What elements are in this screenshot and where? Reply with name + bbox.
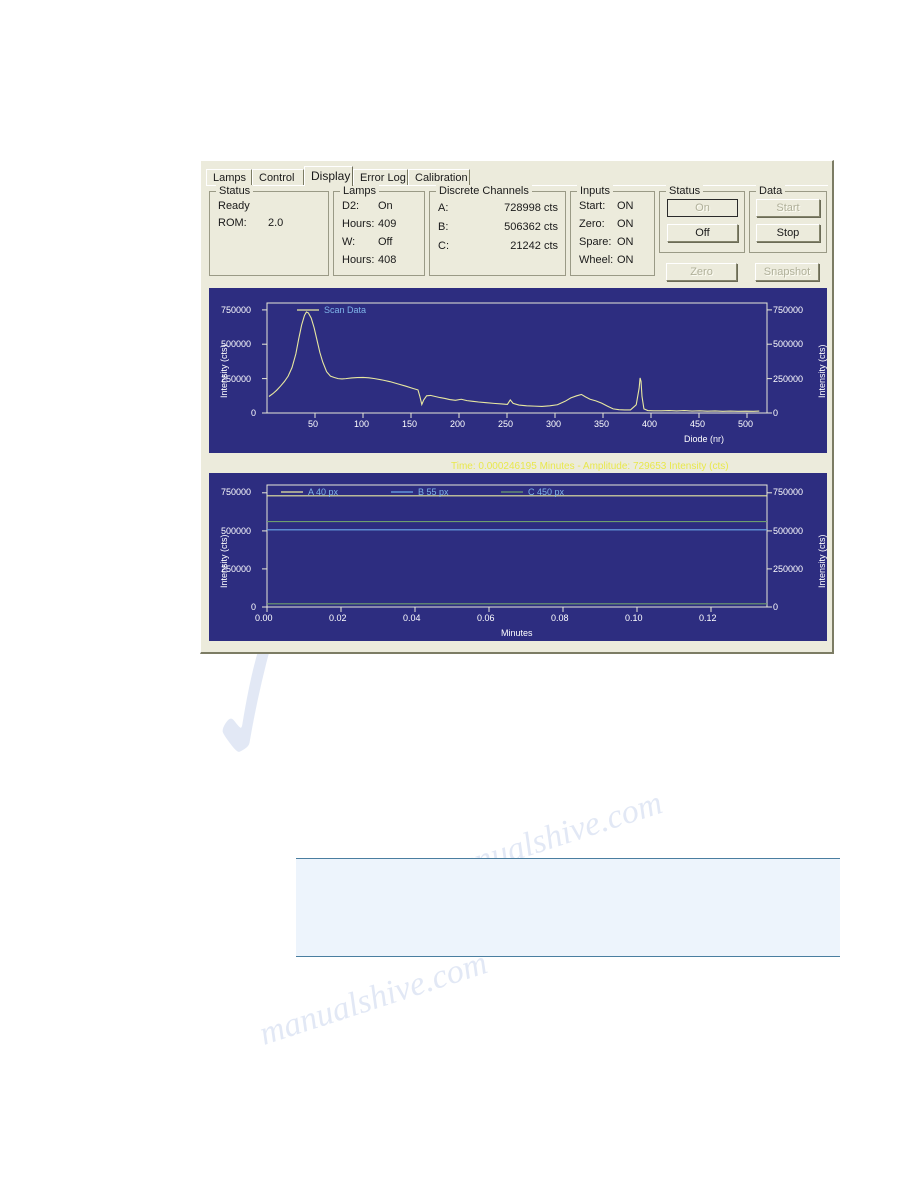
- trend-ytick-0: 0: [251, 602, 257, 612]
- group-data-buttons-title: Data: [756, 185, 786, 197]
- input-wheel-key: Wheel:: [579, 254, 614, 266]
- tab-bar: Lamps Control Display Error Log Calibrat…: [206, 166, 826, 186]
- lamps-row-2-value: Off: [378, 236, 393, 248]
- input-spare-key: Spare:: [579, 236, 612, 248]
- input-zero-key: Zero:: [579, 218, 605, 230]
- trend-legend-b: B 55 px: [418, 487, 449, 497]
- trend-ytick-right-750000: 750000: [773, 487, 804, 497]
- watermark-text-1: manualshive.com: [254, 944, 492, 1053]
- trend-legend-c: C 450 px: [528, 487, 565, 497]
- trend-ytick-right-500000: 500000: [773, 526, 804, 536]
- trend-ytick-750000: 750000: [221, 487, 252, 497]
- trend-chart-panel[interactable]: 750000 500000 250000 0 750000 500000 250…: [209, 473, 827, 641]
- note-callout-box: [296, 858, 840, 957]
- scan-ytick-750000: 750000: [221, 305, 252, 315]
- scan-legend-label: Scan Data: [324, 305, 367, 315]
- group-data-buttons: Data Start Stop: [749, 185, 827, 253]
- trend-data-traces: [267, 495, 767, 605]
- scan-data-trace: [268, 311, 760, 412]
- scan-ytick-0: 0: [251, 408, 257, 418]
- group-discrete-channels-title: Discrete Channels: [436, 185, 532, 197]
- trend-ylabel-left: Intensity (cts): [219, 534, 229, 588]
- lamps-row-3-value: 408: [378, 254, 397, 266]
- status-rom-label: ROM:: [218, 217, 247, 229]
- group-status-buttons-title: Status: [666, 185, 704, 197]
- scan-xtick-450: 450: [690, 419, 706, 429]
- input-spare-value: ON: [617, 236, 634, 248]
- scan-xtick-500: 500: [738, 419, 754, 429]
- data-start-button[interactable]: Start: [756, 199, 820, 217]
- scan-xtick-300: 300: [546, 419, 562, 429]
- scan-ytick-right-500000: 500000: [773, 339, 804, 349]
- group-inputs: Inputs Start: ON Zero: ON Spare: ON Whee…: [570, 185, 655, 276]
- scan-xtick-350: 350: [594, 419, 610, 429]
- trend-xtick-000: 0.00: [255, 613, 273, 623]
- lamps-row-2-key: W:: [342, 236, 356, 248]
- channel-b-key: B:: [438, 221, 449, 233]
- scan-ylabel-left: Intensity (cts): [219, 344, 229, 398]
- scan-xtick-150: 150: [402, 419, 418, 429]
- scan-xtick-400: 400: [642, 419, 658, 429]
- trend-chart-svg: [262, 484, 772, 612]
- group-status-buttons: Status On Off: [659, 185, 745, 253]
- lamps-row-3-key: Hours:: [342, 254, 375, 266]
- scan-ylabel-right: Intensity (cts): [817, 344, 827, 398]
- scan-ytick-right-750000: 750000: [773, 305, 804, 315]
- instrument-status-dialog: Lamps Control Display Error Log Calibrat…: [200, 160, 834, 654]
- trend-xtick-004: 0.04: [403, 613, 421, 623]
- status-rom-value: 2.0: [268, 217, 284, 229]
- trend-xlabel: Minutes: [501, 628, 533, 638]
- trend-xtick-006: 0.06: [477, 613, 495, 623]
- trend-xtick-010: 0.10: [625, 613, 643, 623]
- tab-calibration[interactable]: Calibration: [408, 169, 470, 186]
- input-start-value: ON: [617, 200, 634, 212]
- tab-lamps[interactable]: Lamps: [206, 169, 252, 186]
- lamps-row-1-key: Hours:: [342, 218, 375, 230]
- lamp-off-button[interactable]: Off: [667, 224, 738, 242]
- tab-error-log[interactable]: Error Log: [353, 169, 408, 186]
- trend-ytick-right-0: 0: [773, 602, 779, 612]
- trend-xtick-008: 0.08: [551, 613, 569, 623]
- trend-xtick-012: 0.12: [699, 613, 717, 623]
- scan-xtick-250: 250: [498, 419, 514, 429]
- trend-ytick-right-250000: 250000: [773, 564, 804, 574]
- snapshot-button[interactable]: Snapshot: [755, 263, 819, 281]
- channel-b-value: 506362 cts: [504, 221, 558, 233]
- channel-c-value: 21242 cts: [510, 240, 558, 252]
- scan-xtick-200: 200: [450, 419, 466, 429]
- lamps-row-1-value: 409: [378, 218, 397, 230]
- trend-legend-a: A 40 px: [308, 487, 339, 497]
- scan-ytick-right-0: 0: [773, 408, 779, 418]
- tab-control[interactable]: Control: [252, 169, 304, 186]
- scan-xtick-100: 100: [354, 419, 370, 429]
- scan-xtick-50: 50: [308, 419, 319, 429]
- group-inputs-title: Inputs: [577, 185, 613, 197]
- input-start-key: Start:: [579, 200, 606, 212]
- scan-xlabel: Diode (nr): [684, 434, 725, 444]
- scan-chart-svg: [262, 302, 772, 418]
- scan-chart-panel[interactable]: 750000 500000 250000 0 750000 500000 250…: [209, 288, 827, 453]
- trend-xtick-002: 0.02: [329, 613, 347, 623]
- group-lamps: Lamps D2: On Hours: 409 W: Off Hours: 40…: [333, 185, 425, 276]
- scan-ytick-right-250000: 250000: [773, 374, 804, 384]
- channel-a-value: 728998 cts: [504, 202, 558, 214]
- lamps-row-0-key: D2:: [342, 200, 360, 212]
- group-status: Status Ready ROM: 2.0: [209, 185, 329, 276]
- readout-status-text: Time: 0.000246195 Minutes - Amplitude: 7…: [451, 461, 729, 472]
- zero-button[interactable]: Zero: [666, 263, 737, 281]
- channel-c-key: C:: [438, 240, 449, 252]
- trend-ylabel-right: Intensity (cts): [817, 534, 827, 588]
- status-state: Ready: [218, 200, 250, 212]
- lamps-row-0-value: On: [378, 200, 393, 212]
- group-discrete-channels: Discrete Channels A: 728998 cts B: 50636…: [429, 185, 566, 276]
- group-status-title: Status: [216, 185, 254, 197]
- data-stop-button[interactable]: Stop: [756, 224, 820, 242]
- lamp-on-button[interactable]: On: [667, 199, 738, 217]
- tab-display[interactable]: Display: [304, 166, 353, 186]
- input-wheel-value: ON: [617, 254, 634, 266]
- input-zero-value: ON: [617, 218, 634, 230]
- group-lamps-title: Lamps: [340, 185, 380, 197]
- channel-a-key: A:: [438, 202, 449, 214]
